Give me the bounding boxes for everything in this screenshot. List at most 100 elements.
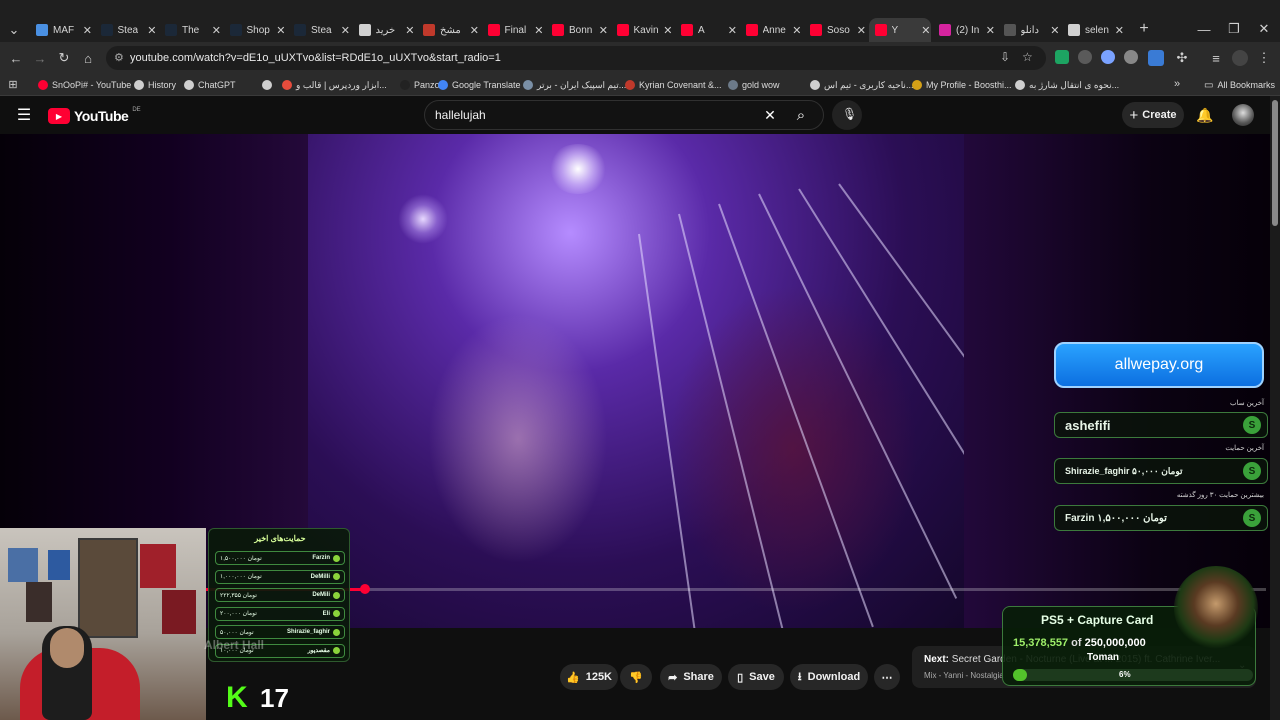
- video-player[interactable]: [308, 134, 964, 628]
- tab-title: Anne: [762, 24, 786, 36]
- hamburger-menu-icon[interactable]: ☰: [14, 106, 34, 124]
- browser-tab[interactable]: Y ✕: [868, 18, 931, 42]
- bookmark-item[interactable]: ابزار وردپرس | قالب و...: [282, 77, 387, 93]
- extension-icon-1[interactable]: [1078, 50, 1092, 64]
- install-app-icon[interactable]: ⇩: [1000, 50, 1010, 64]
- download-button[interactable]: ⭳ Download: [790, 664, 868, 690]
- bookmark-label: تیم اسپیک ایران - برتر...: [537, 79, 627, 90]
- extension-sheets-icon[interactable]: [1055, 50, 1069, 64]
- close-tab-icon[interactable]: ✕: [982, 24, 995, 37]
- youtube-logo[interactable]: ▶ YouTube DE: [48, 107, 141, 125]
- new-tab-button[interactable]: +: [1136, 20, 1152, 38]
- dislike-button[interactable]: 👎: [620, 664, 652, 690]
- site-info-icon[interactable]: ⚙: [114, 51, 124, 64]
- close-tab-icon[interactable]: ✕: [530, 24, 543, 37]
- page-scrollbar[interactable]: [1270, 96, 1280, 720]
- more-actions-button[interactable]: ⋯: [874, 664, 900, 690]
- browser-tab[interactable]: (2) In ✕: [933, 18, 995, 42]
- browser-menu-icon[interactable]: ⋮: [1256, 50, 1272, 66]
- close-tab-icon[interactable]: ✕: [272, 24, 285, 37]
- bookmark-label: نحوه ی انتقال شارژ به...: [1029, 79, 1120, 90]
- forward-icon[interactable]: →: [32, 50, 48, 66]
- browser-tab[interactable]: Stea ✕: [95, 18, 157, 42]
- bookmark-item[interactable]: Kyrian Covenant &...: [625, 77, 722, 93]
- reload-icon[interactable]: ↻: [56, 50, 72, 66]
- bookmark-label: ChatGPT: [198, 80, 236, 90]
- close-tab-icon[interactable]: ✕: [853, 24, 866, 37]
- close-tab-icon[interactable]: ✕: [337, 24, 350, 37]
- browser-tab[interactable]: خرید ✕: [353, 18, 415, 42]
- back-icon[interactable]: ←: [8, 50, 24, 66]
- close-tab-icon[interactable]: ✕: [1111, 24, 1124, 37]
- close-tab-icon[interactable]: ✕: [724, 24, 737, 37]
- plus-icon: +: [1129, 106, 1139, 124]
- bookmark-icon: ▯: [737, 671, 744, 684]
- all-bookmarks-folder[interactable]: ▭ All Bookmarks: [1204, 77, 1275, 93]
- bookmark-item[interactable]: تیم اسپیک ایران - برتر...: [523, 77, 626, 93]
- scrollbar-thumb[interactable]: [1272, 100, 1278, 226]
- browser-tab[interactable]: Bonn ✕: [546, 18, 608, 42]
- create-button[interactable]: + Create: [1122, 102, 1184, 128]
- bookmark-item[interactable]: History: [134, 77, 176, 93]
- address-bar[interactable]: ⚙ youtube.com/watch?v=dE1o_uUXTvo&list=R…: [106, 46, 1046, 70]
- bookmark-item[interactable]: نحوه ی انتقال شارژ به...: [1015, 77, 1119, 93]
- extension-icon-2[interactable]: [1101, 50, 1115, 64]
- browser-tab[interactable]: Stea ✕: [288, 18, 350, 42]
- browser-tab[interactable]: Anne ✕: [740, 18, 802, 42]
- media-control-icon[interactable]: ≡: [1208, 50, 1224, 66]
- browser-tab[interactable]: Soso ✕: [804, 18, 866, 42]
- extension-icon-3[interactable]: [1124, 50, 1138, 64]
- browser-tab[interactable]: selen ✕: [1062, 18, 1124, 42]
- close-tab-icon[interactable]: ✕: [401, 24, 414, 37]
- browser-tab[interactable]: Final ✕: [482, 18, 544, 42]
- home-icon[interactable]: ⌂: [80, 50, 96, 66]
- browser-tab[interactable]: دانلو ✕: [998, 18, 1060, 42]
- close-tab-icon[interactable]: ✕: [1046, 24, 1059, 37]
- extensions-puzzle-icon[interactable]: ✣: [1174, 50, 1190, 66]
- clear-search-icon[interactable]: ✕: [762, 106, 778, 124]
- browser-tab[interactable]: Kavin ✕: [611, 18, 673, 42]
- bookmark-star-icon[interactable]: ☆: [1022, 50, 1033, 64]
- browser-tab[interactable]: MAF ✕: [30, 18, 92, 42]
- close-tab-icon[interactable]: ✕: [595, 24, 608, 37]
- tab-search-chevron-icon[interactable]: ⌄: [6, 22, 22, 38]
- close-tab-icon[interactable]: ✕: [917, 24, 930, 37]
- share-button[interactable]: ➦ Share: [660, 664, 722, 690]
- bookmark-item[interactable]: My Profile - Boosthi...: [912, 77, 1012, 93]
- like-button[interactable]: 👍 125K: [560, 664, 618, 690]
- browser-tab[interactable]: The ✕: [159, 18, 221, 42]
- browser-tab[interactable]: Shop ✕: [224, 18, 286, 42]
- maximize-icon[interactable]: ❐: [1226, 20, 1242, 38]
- profile-avatar-icon[interactable]: [1232, 50, 1248, 66]
- close-tab-icon[interactable]: ✕: [79, 24, 92, 37]
- bookmark-item[interactable]: SnOoPi# - YouTube: [38, 77, 131, 93]
- bookmark-item[interactable]: ناحیه کاربری - تیم اس...: [810, 77, 913, 93]
- account-avatar[interactable]: [1232, 104, 1254, 126]
- tab-favicon-icon: [487, 24, 500, 36]
- close-tab-icon[interactable]: ✕: [143, 24, 156, 37]
- more-bookmarks-icon[interactable]: »: [1170, 77, 1184, 91]
- close-tab-icon[interactable]: ✕: [466, 24, 479, 37]
- search-icon[interactable]: ⌕: [790, 104, 812, 126]
- support-row: ۵۰,۰۰۰ تومان Shirazie_faghir: [215, 625, 345, 639]
- close-tab-icon[interactable]: ✕: [659, 24, 672, 37]
- close-tab-icon[interactable]: ✕: [788, 24, 801, 37]
- bookmark-item[interactable]: [262, 77, 276, 93]
- notifications-bell-icon[interactable]: 🔔: [1196, 106, 1214, 124]
- bookmark-item[interactable]: Google Translate: [438, 77, 521, 93]
- save-button[interactable]: ▯ Save: [728, 664, 784, 690]
- bookmark-item[interactable]: gold wow: [728, 77, 780, 93]
- bookmark-item[interactable]: ChatGPT: [184, 77, 236, 93]
- support-donor-name: DeMili: [312, 592, 330, 598]
- extension-icon-4[interactable]: [1148, 50, 1164, 66]
- browser-tab[interactable]: مشخ ✕: [417, 18, 479, 42]
- close-tab-icon[interactable]: ✕: [208, 24, 221, 37]
- seek-bar-handle[interactable]: [360, 584, 370, 594]
- cellist-silhouette: [668, 284, 918, 614]
- tab-favicon-icon: [358, 24, 371, 36]
- voice-search-button[interactable]: 🎙: [832, 100, 862, 130]
- close-window-icon[interactable]: ✕: [1256, 20, 1272, 38]
- apps-grid-icon[interactable]: ⊞: [6, 77, 20, 91]
- browser-tab[interactable]: A ✕: [675, 18, 737, 42]
- minimize-icon[interactable]: —: [1196, 20, 1212, 38]
